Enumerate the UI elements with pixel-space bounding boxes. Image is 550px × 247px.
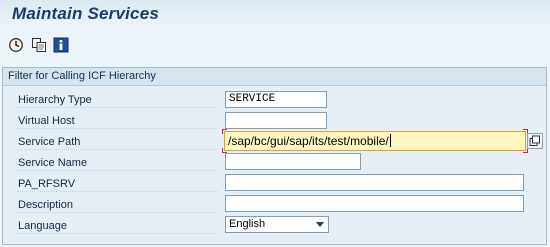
hierarchy-type-underline [17, 107, 217, 108]
language-dropdown[interactable]: English [225, 216, 329, 233]
maintain-services-screen: Maintain Services Filter for Calling ICF… [0, 0, 550, 247]
copy-icon [32, 38, 46, 52]
information-button[interactable] [53, 37, 69, 53]
focus-corner-top-left [222, 129, 227, 134]
service-path-underline [17, 149, 217, 150]
execute-button[interactable] [8, 37, 24, 53]
virtual-host-field[interactable] [225, 112, 327, 129]
execute-icon [9, 38, 23, 52]
filter-group-header: Filter for Calling ICF Hierarchy [3, 68, 546, 86]
filter-group-box: Filter for Calling ICF Hierarchy Hierarc… [2, 67, 547, 245]
language-label: Language [18, 220, 67, 232]
text-caret [389, 134, 391, 147]
value-help-icon [527, 133, 543, 149]
hierarchy-type-field[interactable]: SERVICE [225, 91, 327, 108]
service-name-underline [17, 170, 217, 171]
pa-rfsrv-field[interactable] [225, 174, 524, 191]
virtual-host-label: Virtual Host [18, 115, 75, 127]
information-icon [53, 37, 69, 53]
hierarchy-type-label: Hierarchy Type [18, 94, 92, 106]
virtual-host-underline [17, 128, 217, 129]
pa-rfsrv-underline [17, 191, 217, 192]
service-path-value: /sap/bc/gui/sap/its/test/mobile/ [228, 134, 389, 148]
service-path-value-help-button[interactable] [527, 133, 543, 149]
service-path-label: Service Path [18, 136, 81, 148]
description-field[interactable] [225, 195, 524, 212]
title-bar: Maintain Services [0, 0, 550, 30]
dropdown-arrow-icon [316, 222, 324, 227]
description-label: Description [18, 199, 74, 211]
description-underline [17, 212, 217, 213]
service-path-field[interactable]: /sap/bc/gui/sap/its/test/mobile/ [224, 131, 526, 151]
service-name-label: Service Name [18, 157, 88, 169]
application-toolbar [0, 30, 550, 60]
language-selected-value: English [229, 218, 266, 230]
language-underline [17, 233, 217, 234]
copy-button[interactable] [31, 37, 47, 53]
page-title: Maintain Services [12, 4, 160, 23]
service-name-field[interactable] [225, 153, 361, 170]
filter-group-title: Filter for Calling ICF Hierarchy [8, 70, 156, 82]
pa-rfsrv-label: PA_RFSRV [18, 178, 76, 190]
